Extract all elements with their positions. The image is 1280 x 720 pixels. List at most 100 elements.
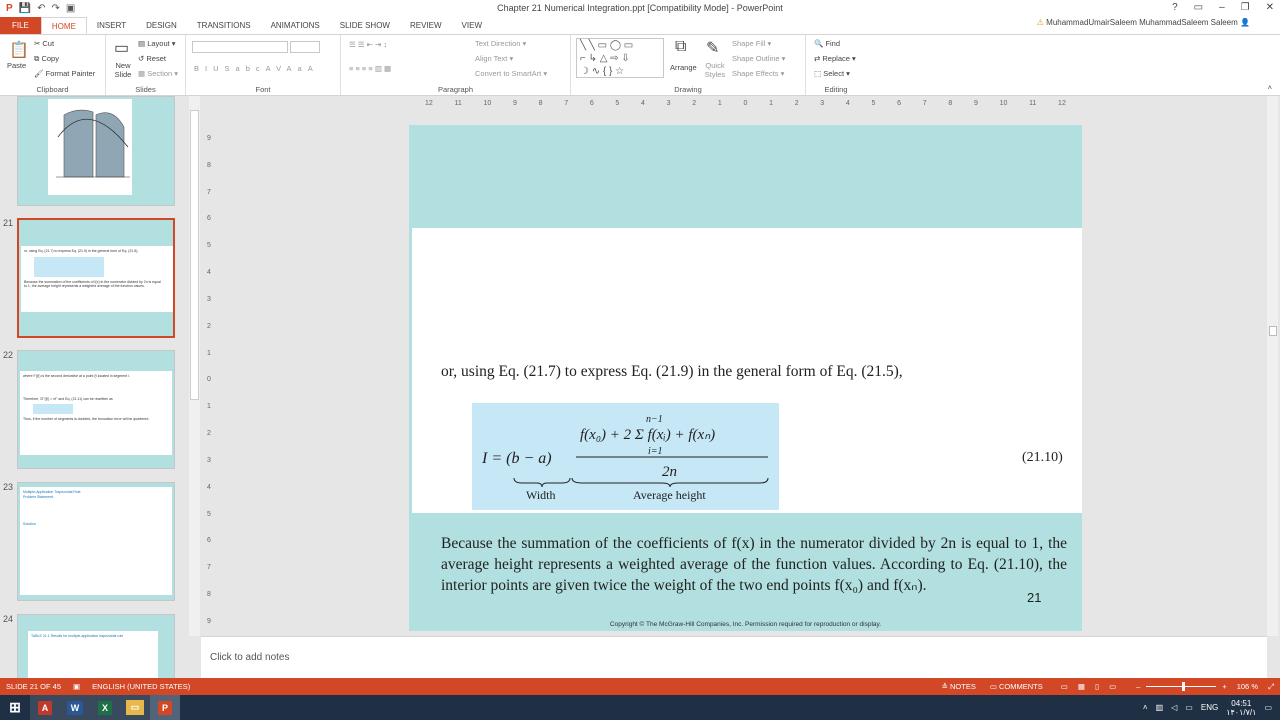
layout-button[interactable]: ▤ Layout ▾ <box>138 39 176 48</box>
ribbon-display-icon[interactable]: ▭ <box>1194 2 1203 13</box>
view-buttons[interactable]: ▭▦▯▭ <box>1061 682 1126 691</box>
find-button[interactable]: 🔍 Find <box>814 39 840 48</box>
comments-button[interactable]: ▭ COMMENTS <box>990 682 1043 691</box>
change-case-button[interactable]: Aa <box>287 64 308 73</box>
tray-chevron-icon[interactable]: ˄ <box>1143 703 1148 712</box>
ruler-tick-label: 1 <box>207 403 211 411</box>
acrobat-taskbar-icon[interactable]: A <box>30 695 60 720</box>
arrange-button[interactable]: Arrange <box>670 63 697 72</box>
copy-button[interactable]: ⧉ Copy <box>34 54 59 64</box>
select-button[interactable]: ⬚ Select ▾ <box>814 69 850 78</box>
restore-icon[interactable]: ❐ <box>1241 2 1250 13</box>
shape-effects-button[interactable]: Shape Effects ▾ <box>732 69 784 78</box>
explorer-taskbar-icon[interactable]: ▭ <box>120 695 150 720</box>
volume-icon[interactable]: ◁ <box>1171 703 1177 712</box>
zoom-slider[interactable] <box>1146 682 1217 691</box>
copy-icon: ⧉ <box>34 54 40 63</box>
thumbnail-slide-21[interactable]: or, using Eq. (21.7) to express Eq. (21.… <box>17 218 175 338</box>
text-direction-button[interactable]: Text Direction ▾ <box>475 39 526 48</box>
tab-insert[interactable]: INSERT <box>87 17 136 34</box>
minimize-icon[interactable]: – <box>1219 2 1225 13</box>
zoom-in-icon[interactable]: + <box>1222 682 1226 691</box>
tab-animations[interactable]: ANIMATIONS <box>261 17 330 34</box>
shadow-button[interactable]: S <box>225 64 236 73</box>
notes-button[interactable]: ≙ NOTES <box>942 682 976 691</box>
tab-home[interactable]: HOME <box>40 17 87 34</box>
clock[interactable]: 04:51 ۱۴۰۱/۷/۱ <box>1226 699 1256 717</box>
user-name[interactable]: ⚠ MuhammadUmairSaleem MuhammadSaleem Sal… <box>1037 18 1250 27</box>
slide-21[interactable]: or, using Eq. (21.7) to express Eq. (21.… <box>409 125 1082 631</box>
zoom-slider-handle[interactable] <box>1182 682 1186 691</box>
char-spacing-button[interactable]: AV <box>266 64 287 73</box>
battery-icon[interactable]: ▭ <box>1185 703 1193 712</box>
tab-review[interactable]: REVIEW <box>400 17 452 34</box>
paste-button[interactable]: Paste <box>7 61 26 70</box>
cut-button[interactable]: ✂ Cut <box>34 39 54 48</box>
slide-counter: SLIDE 21 OF 45 <box>6 682 62 691</box>
thumbnail-slide-24[interactable]: TABLE 21.1 Results for multiple-applicat… <box>17 614 175 678</box>
font-size-input[interactable] <box>290 41 320 53</box>
bold-button[interactable]: B <box>194 64 205 73</box>
strikethrough-button[interactable]: abc <box>236 64 266 73</box>
shape-fill-button[interactable]: Shape Fill ▾ <box>732 39 771 48</box>
tab-design[interactable]: DESIGN <box>136 17 187 34</box>
underline-button[interactable]: U <box>213 64 224 73</box>
start-button[interactable]: ⊞ <box>0 695 30 720</box>
thumbnails-scroll-thumb[interactable] <box>190 110 199 400</box>
thumbnail-slide-22[interactable]: where f''(ξi) is the second derivative a… <box>17 350 175 469</box>
replace-button[interactable]: ⇄ Replace ▾ <box>814 54 856 63</box>
fit-slide-icon[interactable]: ⤢ <box>1268 682 1274 692</box>
new-slide-button[interactable]: New Slide <box>110 61 136 79</box>
quick-styles-button[interactable]: Quick Styles <box>702 61 728 79</box>
thumbnail-line: Thus, if the number of segments is doubl… <box>23 417 150 421</box>
spellcheck-icon[interactable]: ▣ <box>73 682 80 691</box>
new-slide-icon[interactable]: ▭ <box>114 38 129 58</box>
equation-box[interactable]: I = (b − a) f(x₀) + 2 Σ f(xᵢ) + f(xₙ) n−… <box>472 403 779 510</box>
thumbnail-line: TABLE 21.1 Results for multiple-applicat… <box>31 634 124 638</box>
paste-icon[interactable]: 📋 <box>9 40 29 60</box>
powerpoint-taskbar-icon[interactable]: P <box>150 695 180 720</box>
tab-file[interactable]: FILE <box>0 17 41 34</box>
thumbnail-number: 23 <box>3 482 14 492</box>
canvas-scroll-thumb[interactable] <box>1269 326 1277 336</box>
collapse-ribbon-icon[interactable]: ˄ <box>1268 83 1272 92</box>
quick-styles-icon[interactable]: ✎ <box>706 38 719 58</box>
convert-smartart-button[interactable]: Convert to SmartArt ▾ <box>475 69 547 78</box>
reset-button[interactable]: ↺ Reset <box>138 54 166 63</box>
shapes-gallery[interactable]: ╲ ╲ ▭ ◯ ▭ ⌐ ↳ △ ⇨ ⇩ ☽ ∿ { } ☆ <box>576 38 664 78</box>
word-taskbar-icon[interactable]: W <box>60 695 90 720</box>
thumbnail-line: Solution. <box>23 522 37 526</box>
excel-taskbar-icon[interactable]: X <box>90 695 120 720</box>
help-icon[interactable]: ? <box>1172 2 1178 13</box>
font-format-buttons[interactable]: BIUSabcAVAaA <box>194 64 319 73</box>
arrange-icon[interactable]: ⧉ <box>675 38 686 56</box>
tab-transitions[interactable]: TRANSITIONS <box>187 17 261 34</box>
list-buttons[interactable]: ☰ ☰ ⇤ ⇥ ↕ <box>349 40 387 49</box>
align-text-button[interactable]: Align Text ▾ <box>475 54 513 63</box>
zoom-level[interactable]: 106 % <box>1237 682 1258 691</box>
italic-button[interactable]: I <box>205 64 213 73</box>
shape-outline-label: Shape Outline <box>732 54 780 63</box>
close-icon[interactable]: ✕ <box>1266 2 1274 13</box>
network-icon[interactable]: ▥ <box>1156 703 1164 712</box>
zoom-out-icon[interactable]: – <box>1136 682 1140 691</box>
thumbnail-slide-23[interactable]: Multiple-Application Trapezoidal Rule Pr… <box>17 482 175 601</box>
notifications-icon[interactable]: ▭ <box>1264 703 1272 712</box>
vertical-ruler: 9 8 7 6 5 4 3 2 1 0 1 2 3 4 5 6 7 8 9 <box>203 125 215 635</box>
input-language[interactable]: ENG <box>1201 703 1218 712</box>
notes-pane[interactable]: Click to add notes <box>201 636 1267 678</box>
shape-outline-button[interactable]: Shape Outline ▾ <box>732 54 785 63</box>
canvas-scrollbar[interactable] <box>1267 96 1278 636</box>
ruler-tick-label: 9 <box>207 135 211 142</box>
font-name-input[interactable] <box>192 41 288 53</box>
thumbnail-slide-20[interactable] <box>17 96 175 206</box>
tab-view[interactable]: VIEW <box>452 17 492 34</box>
section-button[interactable]: ▦ Section ▾ <box>138 69 178 78</box>
format-painter-button[interactable]: 🖌 Format Painter <box>34 69 95 78</box>
language-status[interactable]: ENGLISH (UNITED STATES) <box>92 682 190 691</box>
font-color-button[interactable]: A <box>308 64 319 73</box>
thumbnails-scrollbar[interactable] <box>189 96 200 636</box>
align-buttons[interactable]: ≡ ≡ ≡ ≡ ▥ ▦ <box>349 64 391 73</box>
tab-slide-show[interactable]: SLIDE SHOW <box>330 17 400 34</box>
copyright-footer: Copyright © The McGraw-Hill Companies, I… <box>609 621 882 628</box>
